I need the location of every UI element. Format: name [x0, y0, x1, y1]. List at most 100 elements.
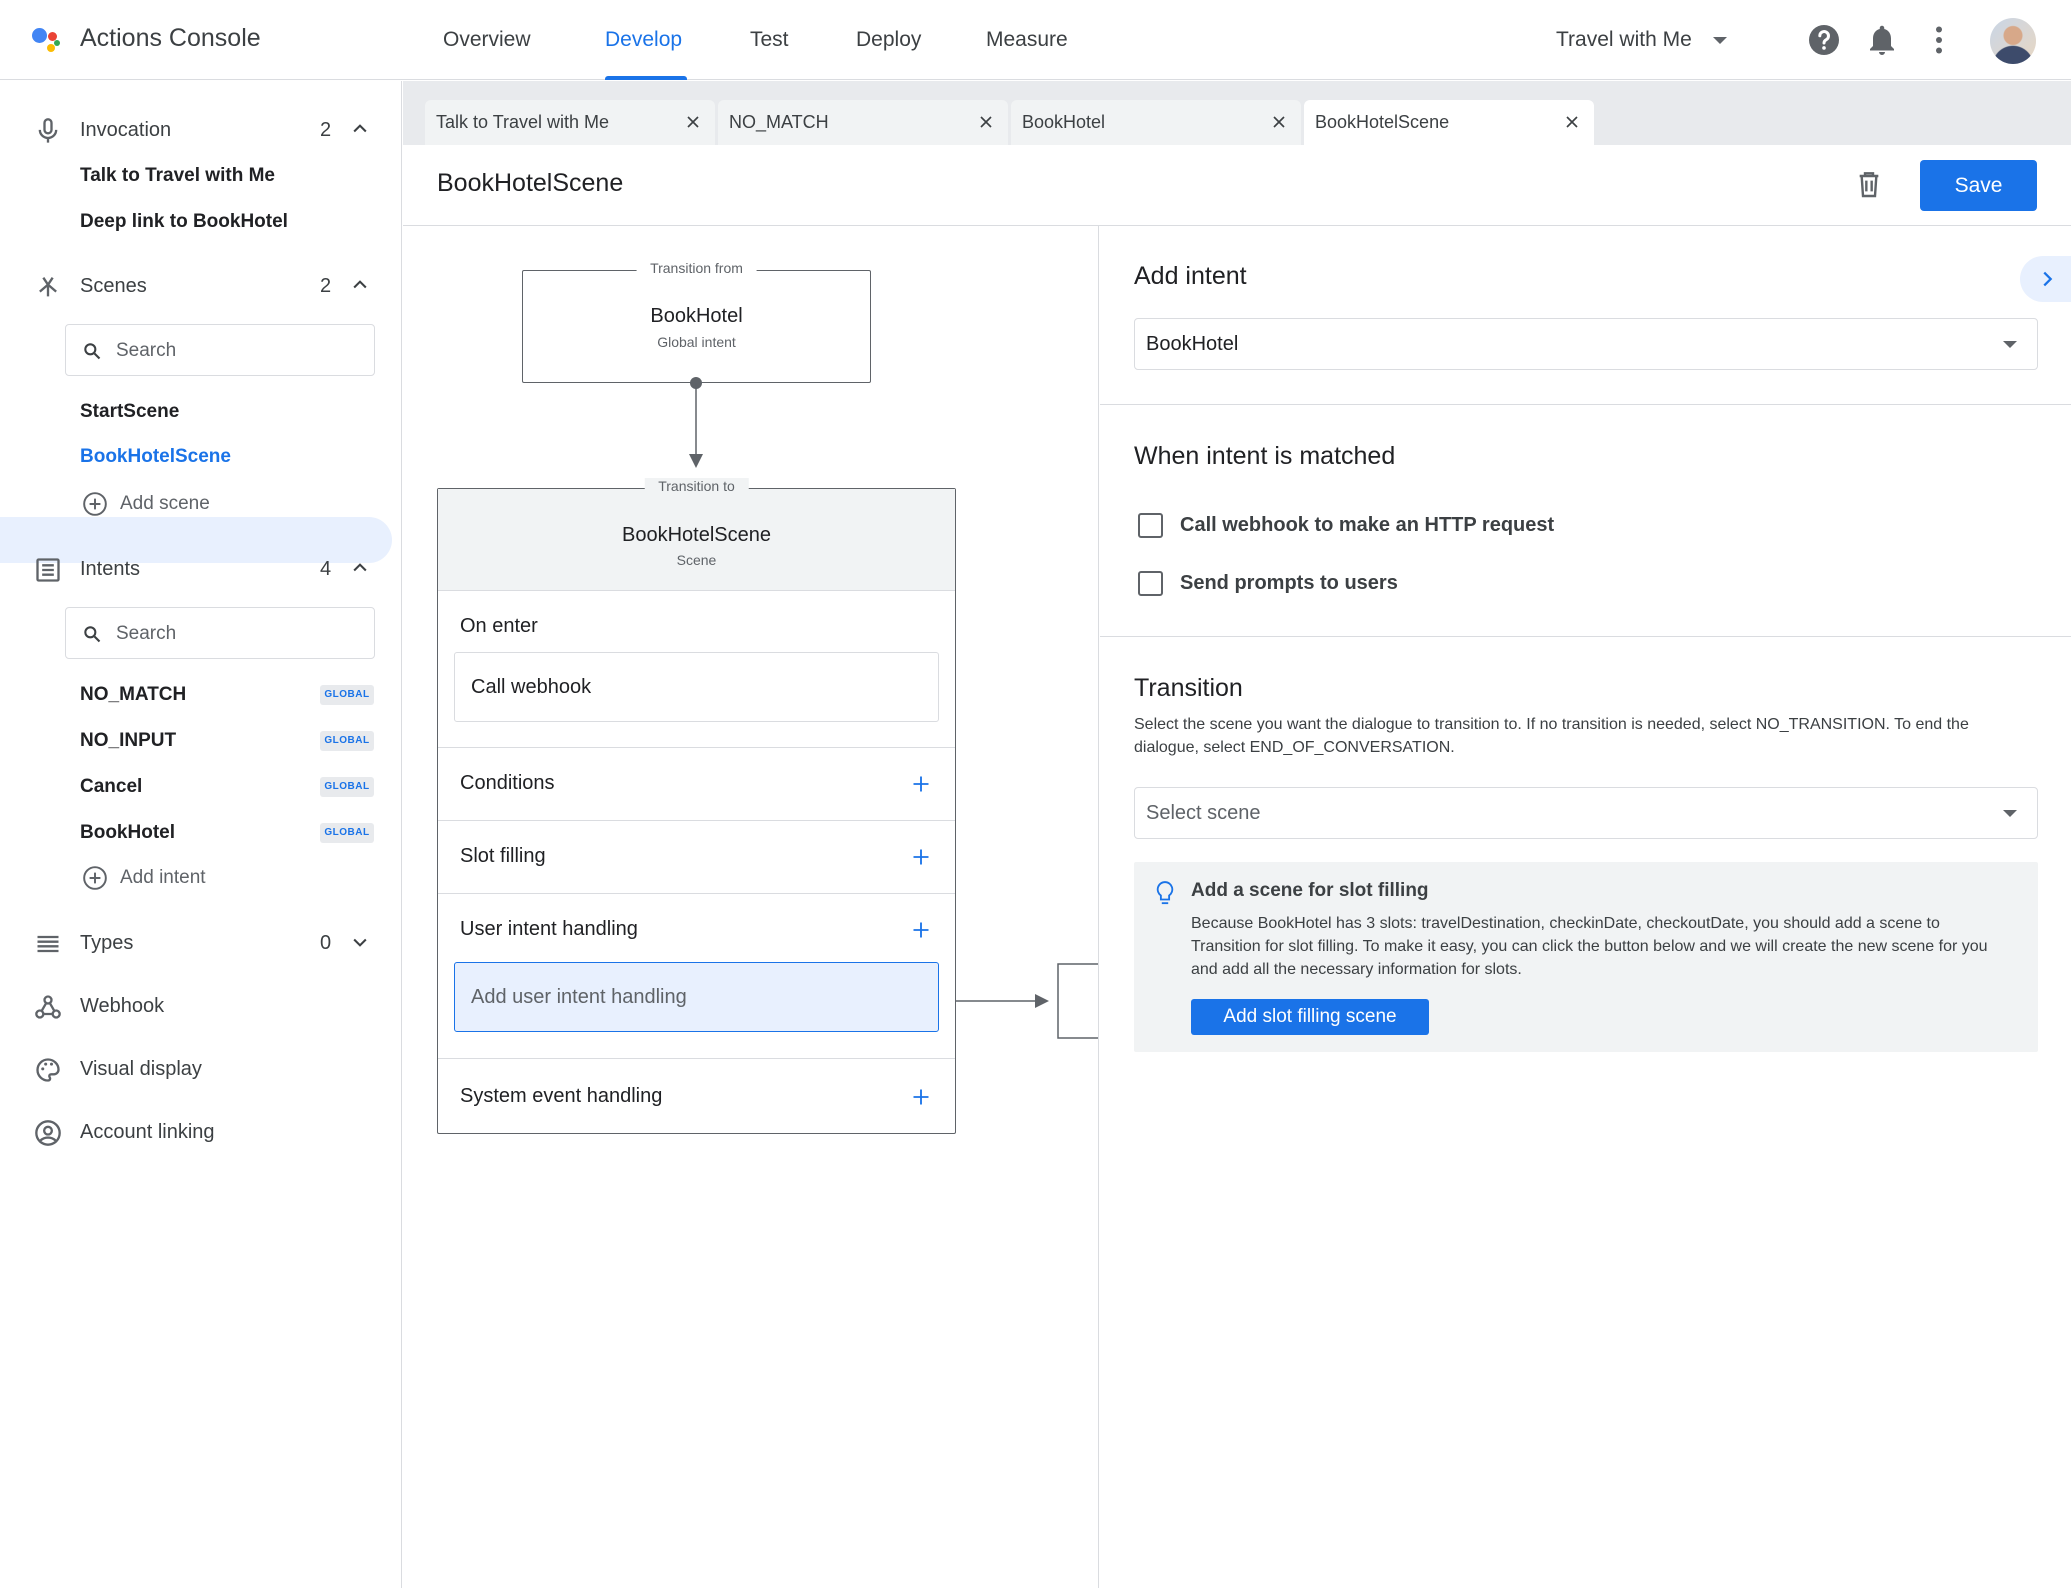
nav-deploy[interactable]: Deploy — [856, 28, 921, 52]
nav-develop[interactable]: Develop — [605, 28, 682, 52]
panel-expand-button[interactable] — [2020, 256, 2071, 302]
close-icon[interactable] — [1562, 112, 1582, 132]
on-enter-webhook-item[interactable]: Call webhook — [454, 652, 939, 722]
tab-bookhotelscene[interactable]: BookHotelScene — [1304, 100, 1594, 145]
search-placeholder: Search — [116, 623, 177, 644]
user-intent-handling-label: User intent handling — [460, 918, 638, 940]
on-enter-value: Call webhook — [471, 676, 592, 698]
nav-test[interactable]: Test — [750, 28, 789, 52]
chevron-up-icon[interactable] — [350, 275, 370, 295]
chevron-down-icon — [1713, 37, 1727, 44]
chevron-down-icon — [2003, 341, 2017, 348]
add-user-intent-handling-label: Add user intent handling — [471, 986, 687, 1008]
slot-filling-label: Slot filling — [460, 845, 546, 867]
on-enter-label: On enter — [460, 615, 538, 637]
tab-bookhotel[interactable]: BookHotel — [1011, 100, 1301, 145]
sidebar-item-talk-to-travel[interactable]: Talk to Travel with Me — [80, 165, 275, 187]
webhook-icon — [35, 995, 61, 1019]
add-intent-heading: Add intent — [1134, 262, 1247, 290]
chevron-down-icon — [2003, 810, 2017, 817]
help-icon[interactable] — [1806, 22, 1842, 58]
tip-title: Add a scene for slot filling — [1191, 880, 1429, 901]
plus-icon[interactable] — [911, 774, 931, 794]
sidebar-section-label: Intents — [80, 558, 141, 580]
editor-tab-bar: Talk to Travel with Me NO_MATCH BookHote… — [403, 81, 2071, 145]
send-prompts-checkbox-label: Send prompts to users — [1180, 572, 1398, 594]
tab-no-match[interactable]: NO_MATCH — [718, 100, 1008, 145]
plus-icon[interactable] — [911, 847, 931, 867]
bell-icon[interactable] — [1864, 22, 1900, 58]
sidebar-item-no-match[interactable]: NO_MATCH — [80, 684, 186, 706]
transition-description: Select the scene you want the dialogue t… — [1134, 716, 1969, 756]
transition-to-scene-card: BookHotelScene Scene Transition to On en… — [437, 478, 956, 1134]
tab-talk-to-travel[interactable]: Talk to Travel with Me — [425, 100, 715, 145]
top-bar: Actions Console Overview Develop Test De… — [0, 0, 2071, 80]
global-badge: GLOBAL — [320, 731, 374, 751]
intent-detail-panel: Add intent BookHotel When intent is matc… — [1100, 226, 2071, 1588]
sidebar-section-types[interactable]: Types 0 — [0, 924, 402, 964]
chevron-up-icon[interactable] — [350, 558, 370, 578]
intents-search-input[interactable]: Search — [65, 607, 375, 659]
send-prompts-checkbox[interactable] — [1138, 571, 1163, 596]
intent-select[interactable]: BookHotel — [1134, 318, 2038, 370]
sidebar-section-label: Types — [80, 932, 134, 954]
call-webhook-checkbox-label: Call webhook to make an HTTP request — [1180, 514, 1555, 536]
close-icon[interactable] — [683, 112, 703, 132]
scene-card-header[interactable]: BookHotelScene Scene — [438, 489, 955, 591]
avatar[interactable] — [1990, 18, 2036, 64]
sidebar-item-label: Visual display — [80, 1058, 202, 1080]
plus-icon[interactable] — [911, 920, 931, 940]
add-slot-filling-scene-button[interactable]: Add slot filling scene — [1191, 999, 1429, 1035]
tab-label: BookHotelScene — [1315, 112, 1450, 132]
call-webhook-checkbox[interactable] — [1138, 513, 1163, 538]
sidebar-item-bookhotel[interactable]: BookHotel — [80, 822, 175, 844]
global-badge: GLOBAL — [320, 685, 374, 705]
sidebar-item-visual-display[interactable]: Visual display — [0, 1050, 402, 1090]
more-vert-icon[interactable] — [1921, 22, 1957, 58]
sidebar-item-no-input[interactable]: NO_INPUT — [80, 730, 176, 752]
chevron-up-icon[interactable] — [350, 119, 370, 139]
scene-card-title: BookHotelScene — [622, 524, 771, 546]
sidebar-item-deep-link[interactable]: Deep link to BookHotel — [80, 211, 288, 233]
sidebar-section-scenes[interactable]: Scenes 2 — [0, 267, 402, 307]
scene-card-subtitle: Scene — [676, 552, 717, 568]
tab-label: BookHotel — [1022, 112, 1106, 132]
conditions-row[interactable]: Conditions — [438, 747, 955, 820]
save-button[interactable]: Save — [1920, 160, 2037, 211]
sidebar-item-label: BookHotelScene — [80, 446, 231, 467]
active-nav-indicator — [605, 76, 687, 80]
tab-label: NO_MATCH — [729, 112, 829, 132]
nav-overview[interactable]: Overview — [443, 28, 531, 52]
scenes-search-input[interactable]: Search — [65, 324, 375, 376]
chevron-down-icon[interactable] — [350, 932, 370, 952]
sidebar-item-cancel[interactable]: Cancel — [80, 776, 142, 798]
sidebar-section-intents[interactable]: Intents 4 — [0, 550, 402, 590]
add-user-intent-handling-item[interactable]: Add user intent handling — [454, 962, 939, 1032]
add-circle-icon — [83, 492, 107, 516]
account-icon — [35, 1120, 61, 1146]
close-icon[interactable] — [1269, 112, 1289, 132]
slot-filling-row[interactable]: Slot filling — [438, 820, 955, 893]
system-event-handling-row[interactable]: System event handling — [438, 1058, 955, 1133]
system-event-handling-label: System event handling — [460, 1085, 663, 1107]
section-count: 2 — [320, 119, 332, 141]
sidebar-item-webhook[interactable]: Webhook — [0, 987, 402, 1027]
sidebar-item-startscene[interactable]: StartScene — [80, 401, 179, 423]
trash-icon[interactable] — [1853, 167, 1885, 201]
conditions-label: Conditions — [460, 772, 555, 794]
project-name: Travel with Me — [1556, 28, 1692, 51]
search-icon — [84, 343, 101, 360]
scene-canvas[interactable]: Transition from BookHotel Global intent … — [403, 226, 1099, 1588]
nav-measure[interactable]: Measure — [986, 28, 1068, 52]
sidebar-section-invocation[interactable]: Invocation 2 — [0, 111, 402, 151]
scene-select[interactable]: Select scene — [1134, 787, 2038, 839]
mic-icon — [38, 118, 58, 143]
sidebar-section-label: Scenes — [80, 275, 147, 297]
sidebar-item-account-linking[interactable]: Account linking — [0, 1113, 402, 1153]
add-scene-label: Add scene — [120, 493, 210, 514]
plus-icon[interactable] — [911, 1087, 931, 1107]
close-icon[interactable] — [976, 112, 996, 132]
transition-to-legend: Transition to — [644, 478, 749, 494]
user-intent-handling-section: User intent handling Add user intent han… — [438, 893, 955, 1058]
add-circle-icon — [83, 866, 107, 890]
